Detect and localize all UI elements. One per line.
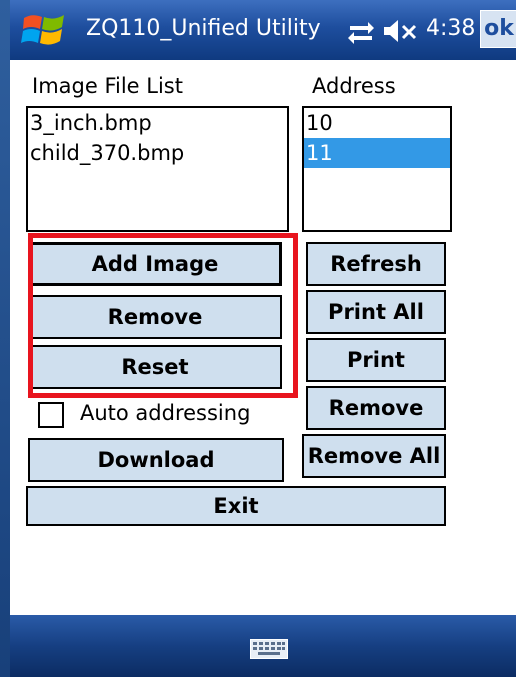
exit-button[interactable]: Exit xyxy=(26,486,446,526)
list-item[interactable]: 10 xyxy=(304,108,450,138)
auto-addressing-label: Auto addressing xyxy=(80,401,251,425)
reset-button[interactable]: Reset xyxy=(28,345,282,389)
remove-all-button[interactable]: Remove All xyxy=(302,434,446,478)
address-label: Address xyxy=(312,74,396,98)
windows-start-icon[interactable] xyxy=(20,10,68,50)
keyboard-icon[interactable] xyxy=(250,639,288,659)
softkey-bar xyxy=(10,615,516,677)
title-bar: ZQ110_Unified Utility 4:38 ok xyxy=(10,0,516,60)
image-file-listbox[interactable]: 3_inch.bmp child_370.bmp xyxy=(26,106,289,232)
connectivity-icon[interactable] xyxy=(346,18,376,44)
window-left-edge xyxy=(0,0,10,677)
image-file-list-label: Image File List xyxy=(32,74,183,98)
volume-muted-icon[interactable] xyxy=(382,18,420,44)
list-item[interactable]: child_370.bmp xyxy=(28,138,287,168)
list-item[interactable]: 3_inch.bmp xyxy=(28,108,287,138)
print-all-button[interactable]: Print All xyxy=(306,290,446,334)
address-listbox[interactable]: 10 11 xyxy=(302,106,452,232)
print-button[interactable]: Print xyxy=(306,338,446,382)
clock: 4:38 xyxy=(426,16,476,41)
refresh-button[interactable]: Refresh xyxy=(306,242,446,286)
main-content: Image File List Address 3_inch.bmp child… xyxy=(10,60,516,615)
list-item-selected[interactable]: 11 xyxy=(304,138,450,168)
add-image-button[interactable]: Add Image xyxy=(28,242,282,286)
ok-button[interactable]: ok xyxy=(480,10,516,48)
remove-image-button[interactable]: Remove xyxy=(28,295,282,339)
auto-addressing-checkbox[interactable] xyxy=(38,402,64,428)
window-title: ZQ110_Unified Utility xyxy=(86,16,321,41)
download-button[interactable]: Download xyxy=(28,438,284,482)
remove-address-button[interactable]: Remove xyxy=(306,386,446,430)
